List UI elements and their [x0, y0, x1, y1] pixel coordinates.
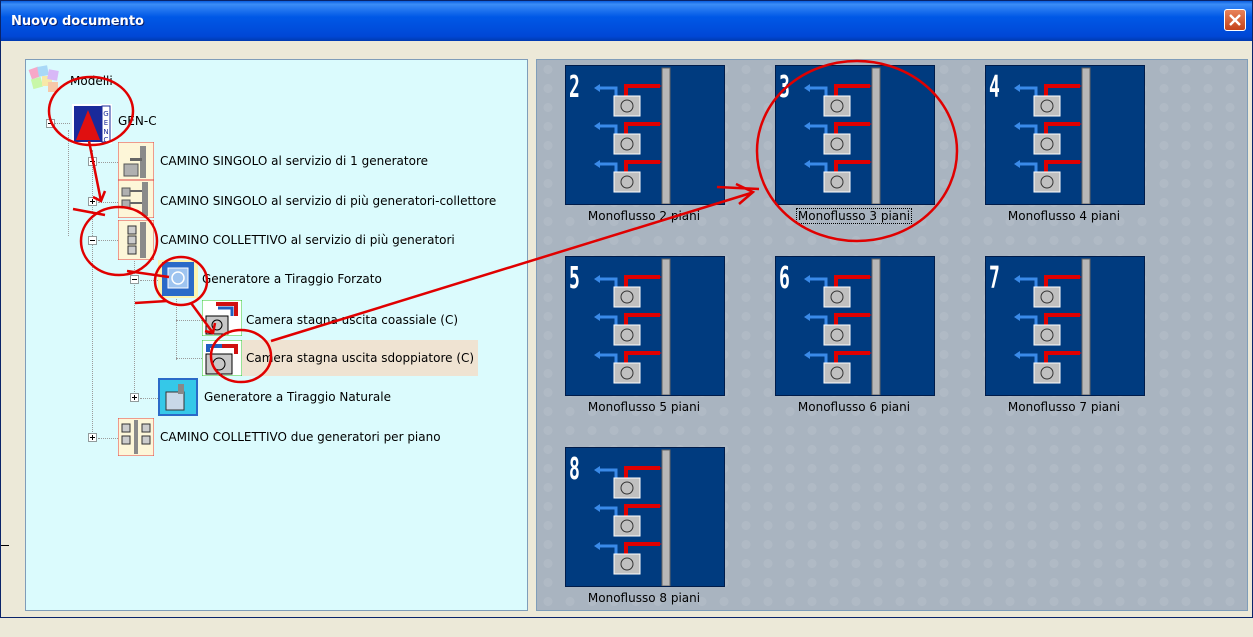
flue-diagram-icon — [594, 255, 671, 396]
svg-text:C: C — [104, 136, 109, 144]
tree-item-label[interactable]: Camera stagna uscita coassiale (C) — [246, 313, 458, 327]
new-document-dialog: Nuovo documento Modelli G E N C GEN-C CA… — [0, 0, 1253, 618]
expander-camino-collettivo[interactable] — [88, 236, 97, 245]
expander-camino-singolo-1[interactable] — [88, 157, 97, 166]
template-caption: Monoflusso 2 piani — [587, 209, 701, 223]
template-thumbnail[interactable]: 8 Monoflusso 8 piani — [565, 446, 725, 637]
edge-artifact — [1, 545, 9, 546]
close-button[interactable] — [1224, 9, 1246, 31]
flue-diagram-icon — [1014, 64, 1091, 205]
template-preview-image: 6 — [775, 255, 935, 396]
tree-item-label[interactable]: CAMINO SINGOLO al servizio di 1 generato… — [160, 154, 428, 168]
tree-gen-c-label[interactable]: GEN-C — [118, 114, 157, 128]
tree-item-label[interactable]: CAMINO SINGOLO al servizio di più genera… — [160, 194, 496, 208]
flue-diagram-icon — [1014, 255, 1091, 396]
template-tree[interactable]: Modelli G E N C GEN-C CAMINO SINGOLO al … — [25, 59, 528, 611]
modelli-icon — [28, 64, 62, 97]
template-preview-image: 4 — [985, 64, 1145, 205]
expander-gen-c[interactable] — [46, 119, 55, 128]
natural-draft-generator-icon — [158, 378, 198, 419]
template-caption: Monoflusso 5 piani — [587, 400, 701, 414]
svg-text:G: G — [103, 110, 108, 118]
title-bar[interactable]: Nuovo documento — [1, 1, 1252, 41]
chimney-single-icon — [117, 141, 155, 183]
tree-item-label[interactable]: Generatore a Tiraggio Naturale — [204, 390, 391, 404]
template-caption: Monoflusso 6 piani — [797, 400, 911, 414]
template-thumbnail[interactable]: 5 Monoflusso 5 piani — [565, 255, 725, 446]
template-preview-image: 3 — [775, 64, 935, 205]
gen-c-logo-icon: G E N C — [72, 104, 112, 147]
expander-camino-singolo-piu[interactable] — [88, 197, 97, 206]
template-thumbnail[interactable]: 2 Monoflusso 2 piani — [565, 64, 725, 255]
flue-diagram-icon — [594, 64, 671, 205]
template-preview-image: 2 — [565, 64, 725, 205]
flue-diagram-icon — [804, 255, 881, 396]
split-outlet-icon — [201, 339, 243, 379]
forced-draft-generator-icon — [158, 260, 198, 301]
tree-root-label[interactable]: Modelli — [70, 74, 113, 88]
template-caption: Monoflusso 7 piani — [1007, 400, 1121, 414]
coaxial-outlet-icon — [201, 299, 243, 339]
expander-tiraggio-naturale[interactable] — [130, 393, 139, 402]
chimney-collective-icon — [117, 219, 155, 263]
template-caption: Monoflusso 8 piani — [587, 591, 701, 605]
template-preview-image: 7 — [985, 255, 1145, 396]
template-thumbnail[interactable]: 4 Monoflusso 4 piani — [985, 64, 1145, 255]
svg-text:N: N — [103, 128, 108, 136]
tree-item-label[interactable]: CAMINO COLLETTIVO due generatori per pia… — [160, 430, 441, 444]
svg-text:E: E — [104, 119, 108, 127]
flue-diagram-icon — [594, 446, 671, 587]
template-preview-image: 8 — [565, 446, 725, 587]
expander-tiraggio-forzato[interactable] — [130, 275, 139, 284]
tree-item-label[interactable]: Generatore a Tiraggio Forzato — [202, 272, 382, 286]
template-caption: Monoflusso 3 piani — [795, 208, 913, 224]
template-preview-image: 5 — [565, 255, 725, 396]
tree-item-label[interactable]: Camera stagna uscita sdoppiatore (C) — [246, 351, 474, 365]
template-thumbnail[interactable]: 7 Monoflusso 7 piani — [985, 255, 1145, 446]
tree-item-label[interactable]: CAMINO COLLETTIVO al servizio di più gen… — [160, 233, 455, 247]
flue-diagram-icon — [804, 64, 881, 205]
expander-camino-collettivo-due[interactable] — [88, 433, 97, 442]
chimney-collector-icon — [117, 179, 155, 221]
window-title: Nuovo documento — [11, 14, 144, 29]
template-thumbnail[interactable]: 3 Monoflusso 3 piani — [775, 64, 935, 255]
template-caption: Monoflusso 4 piani — [1007, 209, 1121, 223]
close-icon — [1229, 14, 1241, 26]
template-thumbnail[interactable]: 6 Monoflusso 6 piani — [775, 255, 935, 446]
chimney-double-icon — [117, 417, 155, 459]
template-gallery[interactable]: 2 Monoflusso 2 piani 3 Monoflusso 3 pian… — [536, 59, 1248, 611]
